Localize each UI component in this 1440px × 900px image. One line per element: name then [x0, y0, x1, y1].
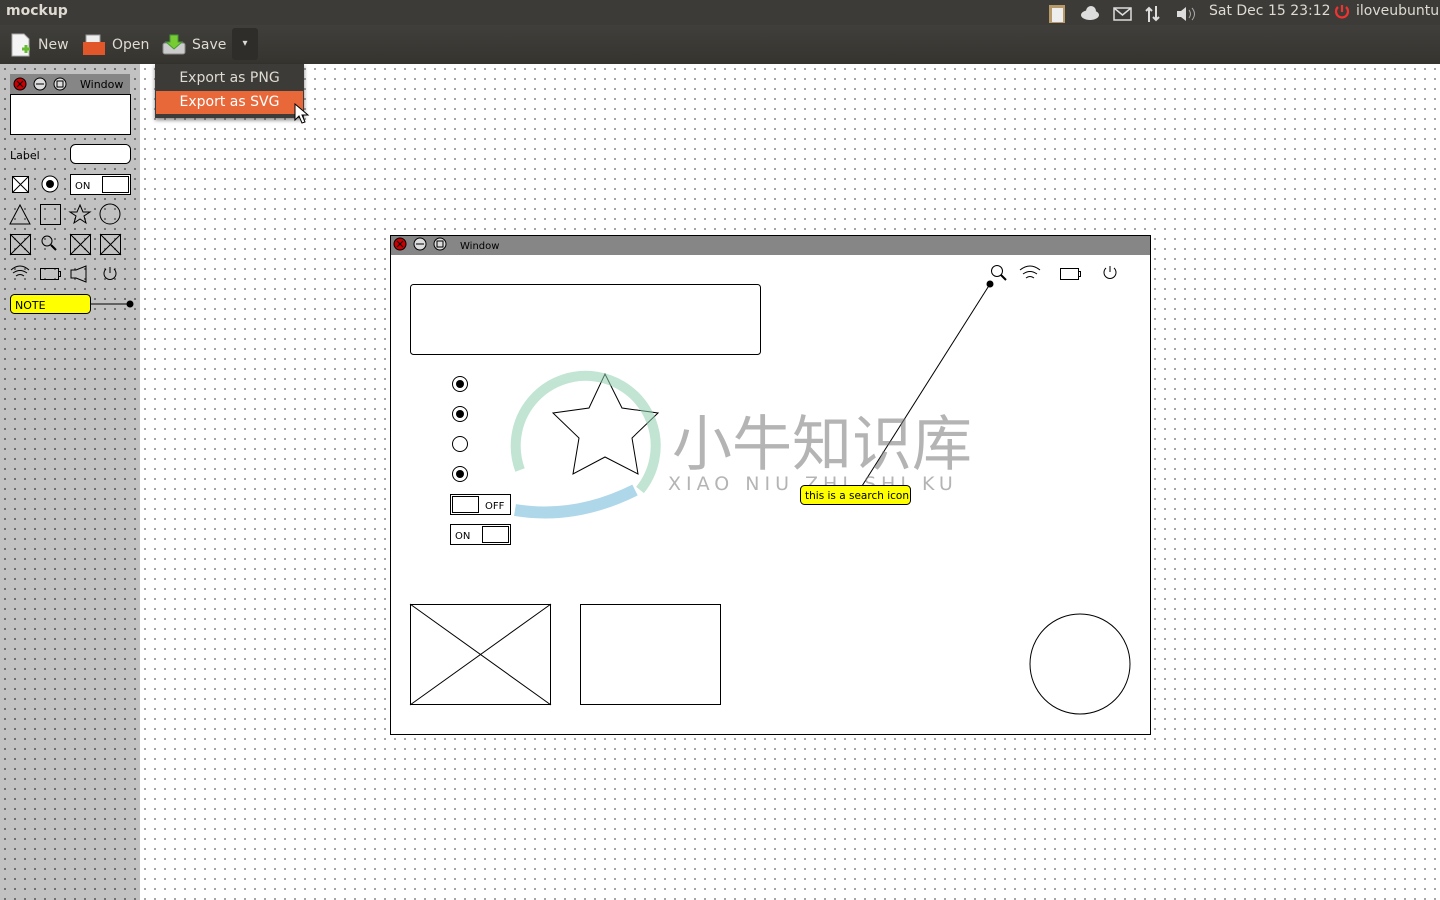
palette-window-title: Window: [80, 78, 123, 91]
save-drive-icon: [162, 34, 186, 55]
clock[interactable]: Sat Dec 15 23:12: [1209, 3, 1331, 19]
speaker-icon[interactable]: [70, 265, 87, 283]
palette-textfield[interactable]: [70, 144, 131, 164]
new-button[interactable]: New: [10, 31, 69, 59]
palette-checkbox[interactable]: [12, 176, 29, 193]
open-label: Open: [112, 37, 150, 53]
export-menu: Export as PNG Export as SVG: [155, 64, 304, 118]
wifi-icon[interactable]: [10, 265, 30, 277]
chevron-down-icon: ▾: [242, 38, 248, 49]
app-title: mockup: [6, 3, 68, 19]
menu-item-export-png[interactable]: Export as PNG: [156, 67, 303, 90]
search-icon[interactable]: [41, 235, 57, 251]
indicator-icons: [1049, 5, 1195, 23]
square-icon[interactable]: [40, 204, 61, 225]
maximize-icon: [53, 77, 67, 91]
export-dropdown-button[interactable]: ▾: [232, 28, 258, 60]
image-placeholder-icon[interactable]: [9, 233, 32, 256]
toolbar: New Open Save ▾: [0, 25, 1440, 64]
triangle-icon[interactable]: [9, 203, 31, 225]
cloud-icon[interactable]: [1081, 6, 1099, 20]
star-icon[interactable]: [68, 203, 92, 225]
volume-icon[interactable]: [1177, 7, 1195, 21]
save-button[interactable]: Save: [162, 31, 226, 59]
network-icon[interactable]: [1145, 6, 1160, 22]
user-menu[interactable]: iloveubuntu: [1356, 3, 1439, 19]
open-button[interactable]: Open: [82, 31, 149, 59]
palette-toggle-label: ON: [75, 181, 90, 192]
power-icon[interactable]: [1333, 3, 1351, 21]
menu-item-export-svg[interactable]: Export as SVG: [156, 91, 303, 114]
power-button-icon[interactable]: [103, 267, 117, 280]
save-label: Save: [192, 37, 227, 53]
clipboard-icon[interactable]: [1049, 5, 1065, 23]
open-folder-icon: [83, 34, 105, 55]
palette-label[interactable]: Label: [10, 149, 40, 162]
circle-icon[interactable]: [99, 203, 121, 225]
image-placeholder-icon[interactable]: [99, 233, 122, 256]
top-panel: mockup Sat Dec 15 23:12 iloveubuntu: [0, 0, 1440, 25]
maximize-icon[interactable]: [433, 237, 447, 251]
mockup-window[interactable]: [390, 235, 1151, 735]
widget-palette: Window Label ON NOTE: [0, 64, 140, 900]
new-label: New: [38, 37, 69, 53]
new-file-icon: [11, 33, 30, 57]
mouse-cursor-icon: [294, 103, 310, 124]
image-placeholder-icon[interactable]: [69, 233, 92, 256]
mail-icon[interactable]: [1113, 7, 1132, 21]
battery-icon[interactable]: [40, 268, 61, 280]
palette-radio[interactable]: [41, 175, 59, 193]
palette-note-label: NOTE: [15, 299, 46, 312]
